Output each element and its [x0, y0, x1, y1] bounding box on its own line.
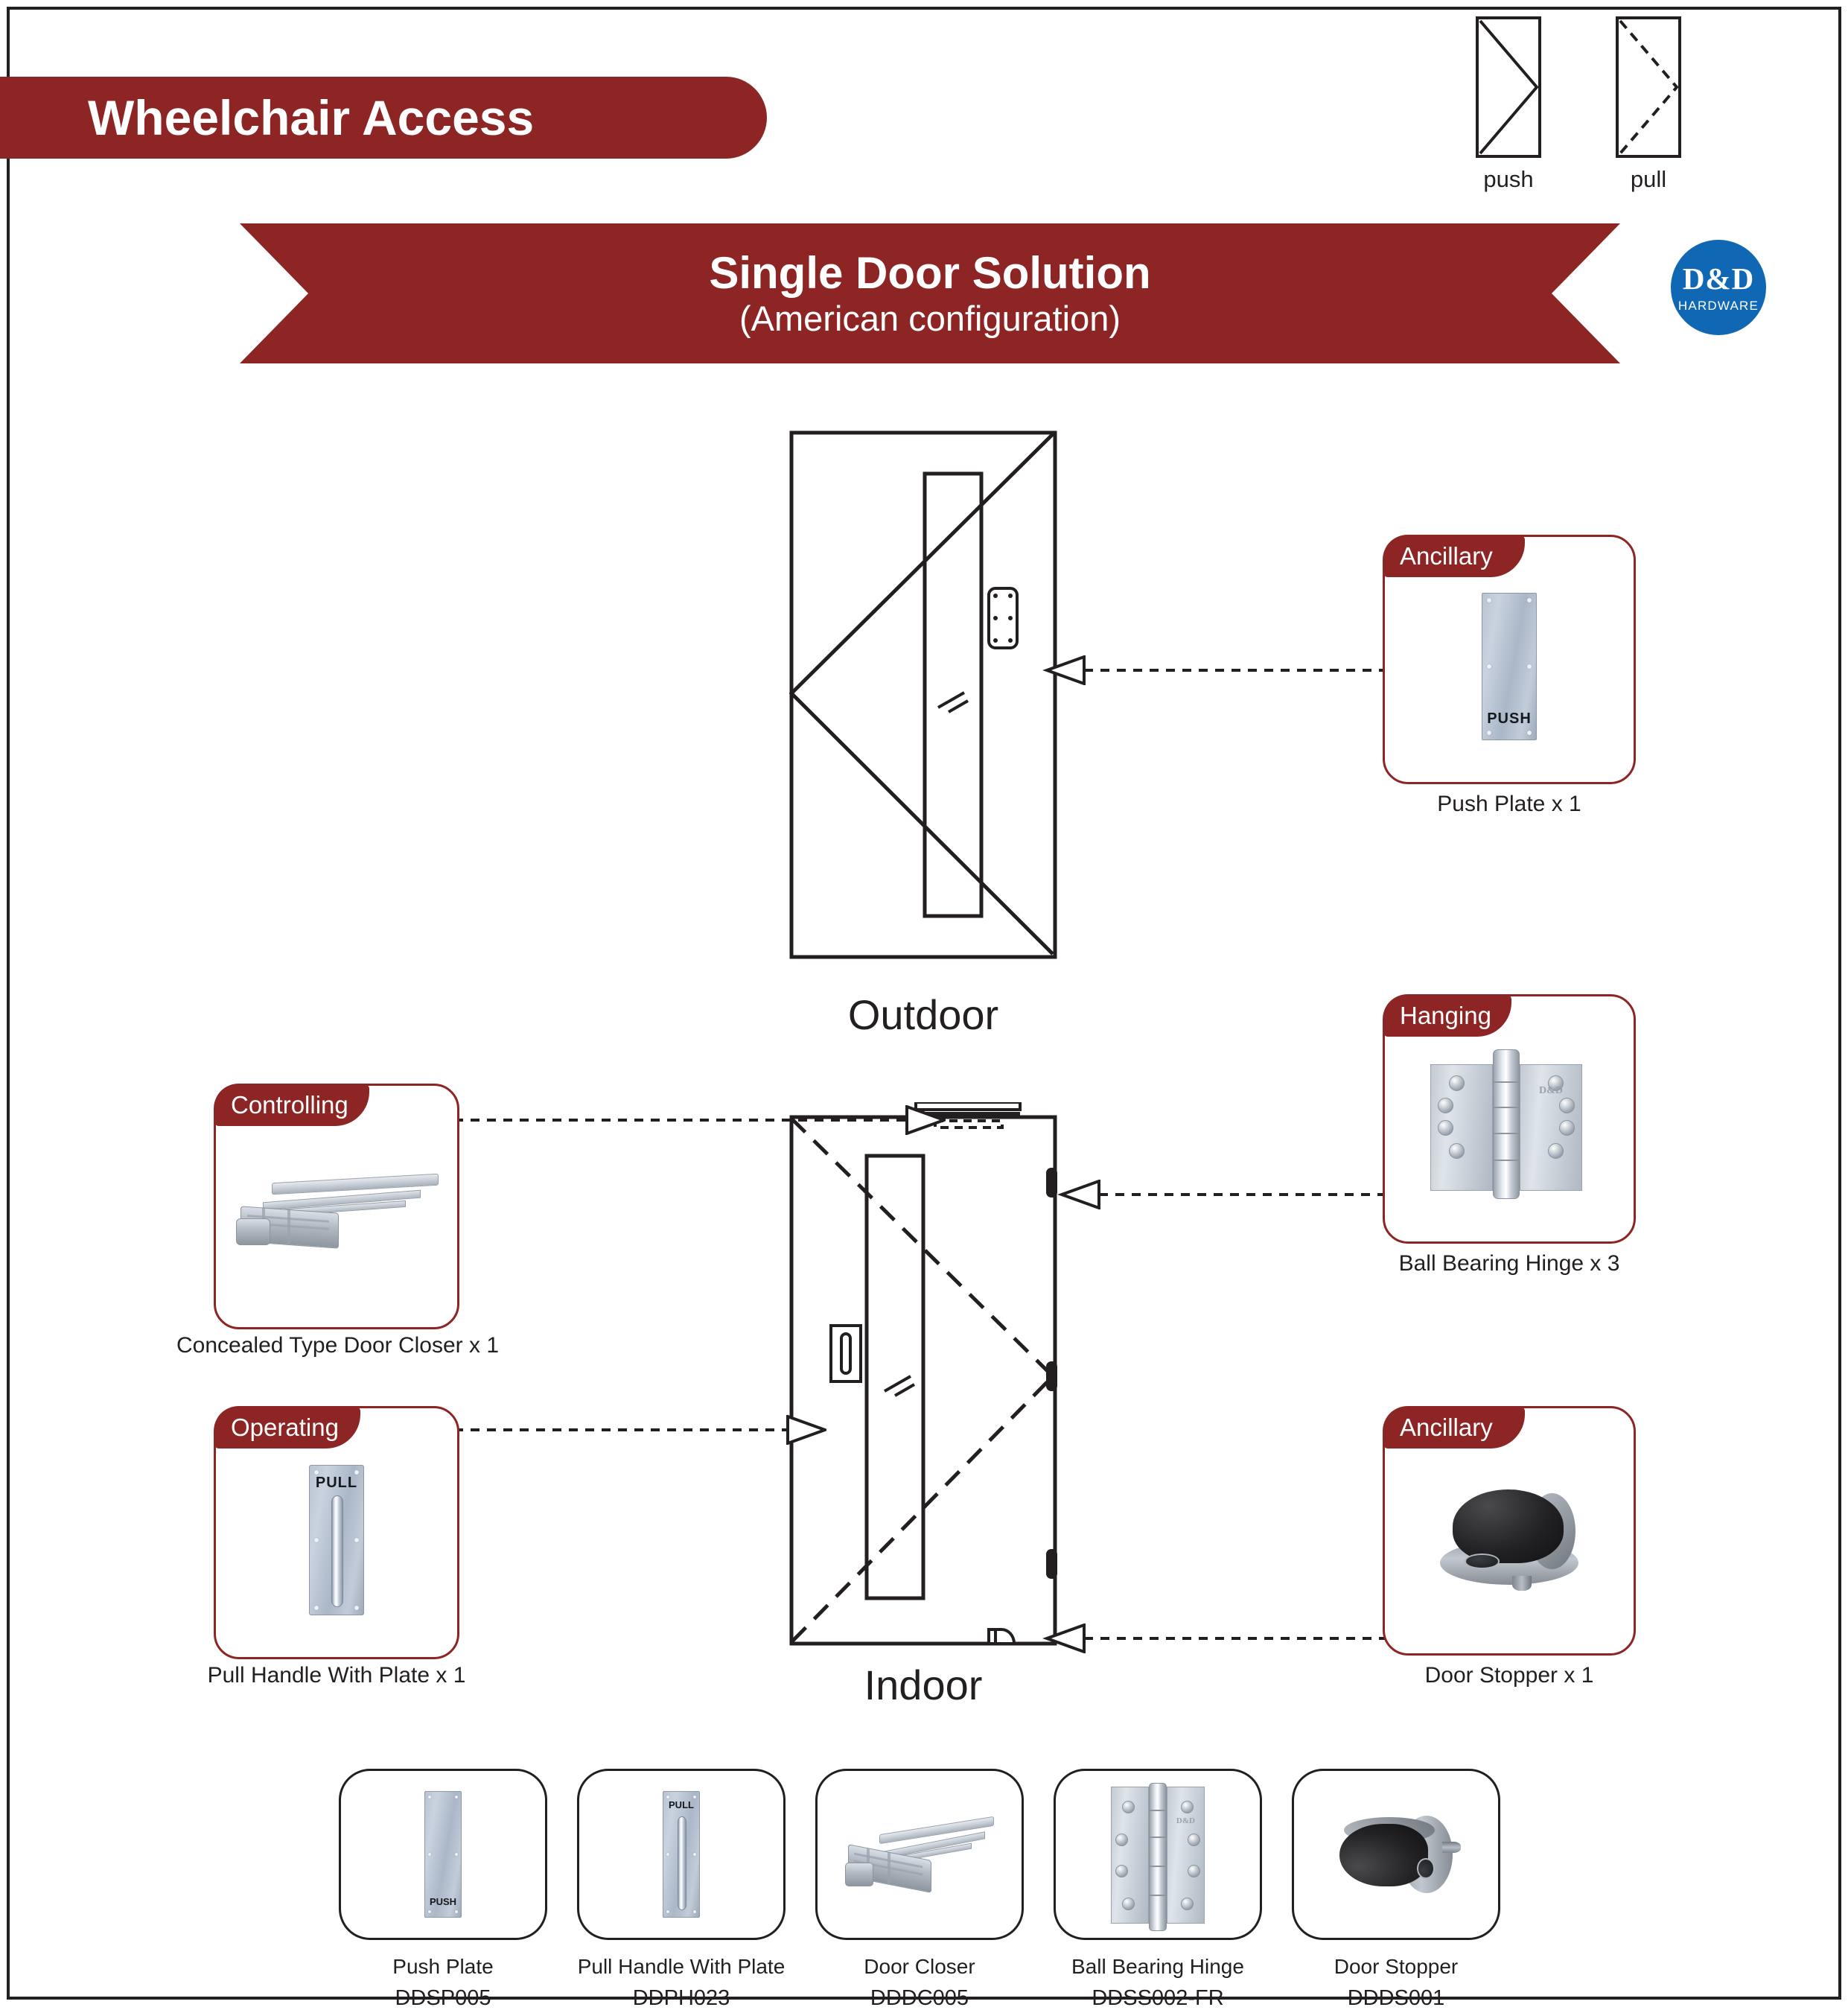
indoor-door-diagram: [789, 1102, 1057, 1646]
hinge-art: D&D: [1430, 1049, 1588, 1199]
callout-pull-handle[interactable]: Operating PULL: [214, 1406, 459, 1659]
product-push-plate-art: PUSH: [424, 1791, 462, 1918]
product-card-door-stopper[interactable]: [1292, 1769, 1500, 1940]
logo-tagline: HARDWARE: [1677, 298, 1759, 313]
leader-door-stopper: [1042, 1624, 1385, 1653]
product-name-push-plate: Push Plate: [392, 1955, 494, 1978]
product-hinge-image: D&D: [1056, 1771, 1260, 1938]
product-pull-handle-bar: [678, 1816, 686, 1910]
pull-plate-text: PULL: [315, 1475, 358, 1491]
legend-pull-label: pull: [1630, 166, 1667, 192]
product-name-hinge: Ball Bearing Hinge: [1071, 1955, 1244, 1978]
legend-pull: pull: [1616, 16, 1681, 193]
product-push-plate-image: PUSH: [341, 1771, 545, 1938]
callout-ball-bearing-hinge[interactable]: Hanging D&D: [1383, 994, 1636, 1244]
solution-banner: Single Door Solution (American configura…: [240, 223, 1620, 363]
pull-symbol-icon: [1616, 16, 1681, 158]
product-name-door-stopper: Door Stopper: [1334, 1955, 1459, 1978]
push-symbol-icon: [1476, 16, 1541, 158]
logo-wordmark: D&D: [1682, 261, 1755, 296]
leader-push-plate: [1042, 655, 1385, 685]
callout-caption-door-closer: Concealed Type Door Closer x 1: [176, 1333, 500, 1358]
callout-caption-push-plate: Push Plate x 1: [1437, 792, 1581, 816]
product-door-closer-image: [818, 1771, 1022, 1938]
ball-bearing-hinge-image: D&D: [1385, 996, 1634, 1241]
push-plate-art: PUSH: [1482, 592, 1537, 740]
product-code-push-plate: DDSP005: [395, 1986, 491, 2010]
indoor-label: Indoor: [864, 1661, 983, 1708]
product-hinge-art: D&D: [1111, 1782, 1205, 1931]
product-pull-plate-text: PULL: [669, 1799, 694, 1810]
legend-push: push: [1476, 16, 1541, 193]
callout-caption-door-stopper: Door Stopper x 1: [1424, 1663, 1594, 1688]
product-code-door-closer: DDDC005: [870, 1986, 969, 2010]
product-name-pull-handle: Pull Handle With Plate: [577, 1955, 786, 1978]
product-card-push-plate[interactable]: PUSH: [339, 1769, 547, 1940]
product-name-door-closer: Door Closer: [864, 1955, 975, 1978]
page-title: Wheelchair Access: [88, 90, 535, 145]
product-hinge-brand: D&D: [1176, 1816, 1195, 1825]
leader-door-closer: [454, 1105, 946, 1135]
product-card-door-closer[interactable]: [815, 1769, 1024, 1940]
product-code-pull-handle: DDPH023: [632, 1986, 730, 2010]
product-door-closer-art: [845, 1813, 994, 1895]
product-pull-handle-art: PULL: [663, 1791, 700, 1918]
solution-sheet: Wheelchair Access push pull Single Door …: [0, 0, 1848, 2013]
product-code-hinge: DDSS002-FR: [1092, 1986, 1224, 2010]
pull-handle-art: PULL: [309, 1465, 364, 1615]
door-stopper-art: [1440, 1489, 1578, 1591]
outdoor-label: Outdoor: [847, 991, 999, 1038]
door-stopper-image: [1385, 1408, 1634, 1653]
dd-hardware-logo: D&D HARDWARE: [1671, 240, 1766, 335]
callout-door-stopper[interactable]: Ancillary: [1383, 1406, 1636, 1656]
legend-push-label: push: [1483, 166, 1534, 192]
product-card-pull-handle[interactable]: PULL: [577, 1769, 786, 1940]
callout-push-plate[interactable]: Ancillary PUSH: [1383, 535, 1636, 784]
product-push-plate-text: PUSH: [429, 1896, 457, 1907]
push-plate-text: PUSH: [1487, 710, 1532, 727]
hinge-brand: D&D: [1539, 1084, 1563, 1096]
door-closer-art: [236, 1163, 439, 1260]
product-code-door-stopper: DDDS001: [1347, 1986, 1445, 2010]
page-title-pill: Wheelchair Access: [0, 77, 767, 159]
product-door-stopper-image: [1294, 1771, 1498, 1938]
banner-shape-icon: [240, 223, 1620, 363]
callout-door-closer[interactable]: Controlling: [214, 1084, 459, 1329]
pull-handle-bar: [331, 1495, 343, 1607]
product-pull-handle-image: PULL: [579, 1771, 783, 1938]
product-card-hinge[interactable]: D&D: [1054, 1769, 1262, 1940]
door-closer-image: [216, 1086, 457, 1327]
callout-caption-hinge: Ball Bearing Hinge x 3: [1398, 1251, 1620, 1276]
pull-handle-image: PULL: [216, 1408, 457, 1657]
callout-caption-pull-handle: Pull Handle With Plate x 1: [207, 1663, 466, 1688]
product-door-stopper-art: [1339, 1816, 1461, 1893]
outdoor-door-diagram: [789, 430, 1057, 959]
push-plate-image: PUSH: [1385, 537, 1634, 782]
leader-hinge: [1057, 1180, 1385, 1209]
leader-pull-handle: [454, 1415, 826, 1445]
